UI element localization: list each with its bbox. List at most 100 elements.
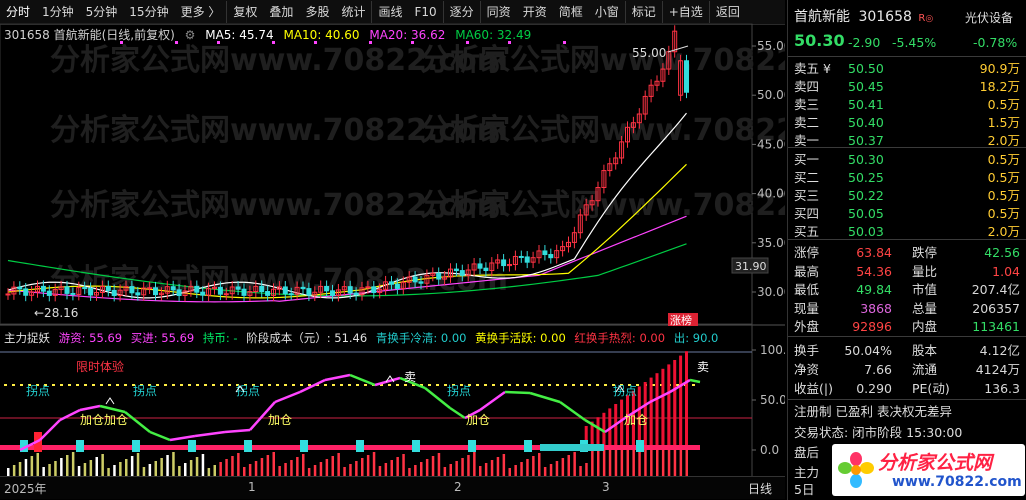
ind-bar bbox=[579, 466, 582, 476]
divider bbox=[788, 336, 1026, 337]
ind-bar bbox=[254, 461, 258, 476]
ind-bar bbox=[54, 461, 57, 476]
ind-jiacang2-label: 加仓加仓 bbox=[80, 413, 128, 427]
ind-bar bbox=[260, 458, 264, 476]
watermark-text: 分析家公式网www.70822.com bbox=[420, 188, 785, 223]
ind-bar bbox=[77, 466, 81, 476]
ind-oscillator bbox=[689, 378, 701, 384]
ind-bar bbox=[237, 453, 240, 476]
ind-dot-line bbox=[204, 384, 207, 386]
ind-dot-line bbox=[356, 384, 359, 386]
stat-label: 最高 bbox=[794, 263, 820, 279]
sector-name[interactable]: 光伏设备 bbox=[965, 10, 1013, 27]
hong-label: 红换手热烈: 0.00 bbox=[574, 331, 666, 345]
ind-dot-line bbox=[180, 384, 183, 386]
indicator-legend: 主力捉妖 游资: 55.69 买进: 55.69 持币: - 阶段成本（元）: … bbox=[4, 330, 723, 346]
logo-url: www.70822.com bbox=[892, 474, 1022, 490]
ind-jiacang-label: 加仓 bbox=[466, 413, 490, 427]
ind-dot-line bbox=[196, 384, 199, 386]
ind-bar bbox=[573, 452, 576, 476]
stat-value: 42.56 bbox=[984, 245, 1020, 260]
chibi-label: 持币: - bbox=[202, 331, 238, 345]
ind-dot-line bbox=[52, 384, 55, 386]
candle-body bbox=[5, 293, 11, 296]
ind-bar bbox=[195, 457, 199, 476]
ma5-label: MA5: 45.74 bbox=[205, 28, 274, 42]
candle-body bbox=[542, 250, 548, 256]
settings-icon[interactable]: ⚙ bbox=[185, 28, 196, 42]
ind-dot-line bbox=[500, 384, 503, 386]
ind-guaidian-label: 拐点 bbox=[447, 383, 471, 398]
ind-bar bbox=[532, 456, 535, 476]
ind-band-marker bbox=[132, 440, 140, 452]
ind-bar bbox=[461, 458, 464, 476]
stat-value: 113461 bbox=[972, 319, 1020, 334]
ind-bar bbox=[443, 467, 447, 476]
candle-body bbox=[412, 276, 418, 283]
candle-body bbox=[436, 272, 442, 280]
price-tick-label: 50.00 bbox=[757, 88, 785, 102]
ind-dot-line bbox=[300, 384, 303, 386]
ind-bar bbox=[508, 468, 511, 476]
ind-oscillator bbox=[324, 373, 351, 382]
ind-dot-line bbox=[116, 384, 119, 386]
ind-dot-line bbox=[212, 384, 215, 386]
divider bbox=[788, 147, 1026, 148]
indicator-name[interactable]: 主力捉妖 bbox=[4, 331, 50, 345]
ind-bar bbox=[302, 454, 305, 476]
ind-bar bbox=[555, 461, 559, 476]
candle-body bbox=[501, 259, 507, 267]
stat-value: 3868 bbox=[860, 300, 892, 316]
ind-bar bbox=[36, 453, 39, 476]
kline-chart[interactable]: 分析家公式网www.70822.com 分析家公式网www.70822.com 分析… bbox=[0, 0, 785, 476]
candle-body bbox=[194, 285, 200, 293]
youzi-label: 游资: 55.69 bbox=[58, 331, 123, 345]
ind-bar bbox=[366, 455, 370, 476]
ind-oscillator bbox=[649, 390, 671, 404]
stock-name-code: 首航新能 301658 R◎ bbox=[794, 9, 933, 26]
candle-body bbox=[46, 290, 52, 296]
stat-label: 外盘 bbox=[794, 319, 820, 334]
bid-label: 买五 bbox=[794, 224, 820, 239]
candle-body bbox=[153, 287, 158, 296]
ind-bar bbox=[337, 453, 340, 476]
candle-body bbox=[70, 292, 76, 295]
stat-label: 换手 bbox=[794, 343, 820, 358]
ind-tick-label: 0.0 bbox=[760, 443, 779, 457]
trade-status: 交易状态: 闭市阶段 15:30:00 bbox=[794, 425, 963, 440]
ind-bar bbox=[296, 457, 299, 476]
candle-body bbox=[324, 285, 330, 292]
ind-band-marker bbox=[636, 440, 644, 452]
ind-signal-bar bbox=[679, 355, 683, 446]
candle-body bbox=[241, 288, 247, 296]
ind-oscillator bbox=[79, 404, 101, 412]
stat-label: 现量 bbox=[794, 300, 820, 316]
tag-icon: ◎ bbox=[925, 14, 934, 24]
candle-body bbox=[418, 281, 424, 284]
bid-price: 50.05 bbox=[848, 206, 884, 221]
ind-bar bbox=[83, 463, 87, 476]
ind-dot-line bbox=[292, 384, 295, 386]
ind-oscillator bbox=[99, 404, 126, 414]
ind-dot-line bbox=[12, 384, 15, 386]
stat-value: 50.04% bbox=[844, 343, 892, 358]
x-label-2: 2 bbox=[454, 480, 462, 494]
ind-dot-line bbox=[164, 384, 167, 386]
ind-jiacang-label: 加仓 bbox=[624, 413, 648, 427]
ind-oscillator bbox=[124, 411, 151, 433]
ind-bar bbox=[166, 455, 169, 476]
ind-dot-line bbox=[268, 384, 271, 386]
ind-band-marker bbox=[468, 440, 476, 452]
ind-dot-line bbox=[532, 384, 535, 386]
ind-dot-line bbox=[564, 384, 567, 386]
ind-signal-bar bbox=[649, 377, 653, 446]
ind-bar bbox=[319, 462, 323, 476]
ind-bar bbox=[154, 461, 157, 476]
ind-bar bbox=[538, 453, 541, 476]
ind-bar bbox=[496, 457, 500, 476]
ind-bar bbox=[343, 467, 346, 476]
ind-bar bbox=[408, 468, 411, 476]
stock-title: 301658 首航新能(日线,前复权) bbox=[4, 28, 175, 42]
candle-body bbox=[353, 292, 359, 296]
period-selector[interactable]: 日线 bbox=[748, 480, 772, 497]
